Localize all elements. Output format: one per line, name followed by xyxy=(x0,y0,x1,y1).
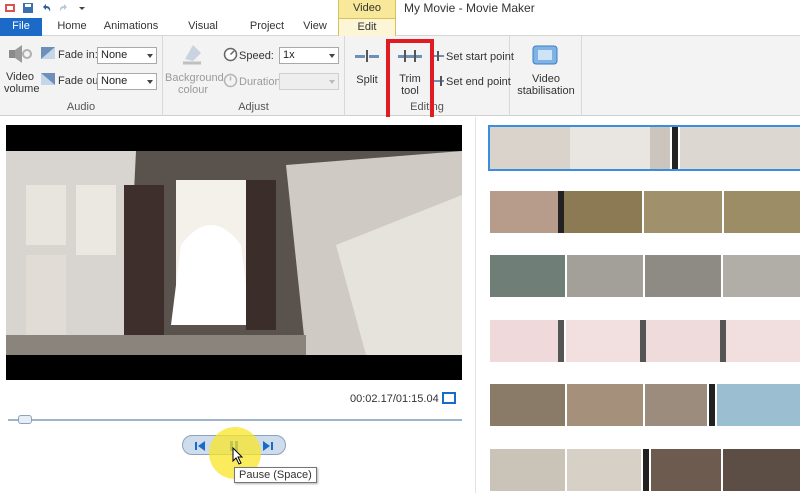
window-title: My Movie - Movie Maker xyxy=(404,1,535,15)
storyboard-clip[interactable] xyxy=(490,449,800,491)
tab-project[interactable]: Project xyxy=(246,18,288,36)
tab-edit[interactable]: Edit xyxy=(338,18,396,37)
chevron-down-icon xyxy=(329,54,335,58)
playback-indicator xyxy=(672,127,678,169)
speed-value: 1x xyxy=(283,49,295,61)
video-stabilisation-button[interactable]: Video stabilisation xyxy=(514,73,578,97)
film-edge xyxy=(643,449,649,491)
clip-thumbnail xyxy=(490,255,565,297)
clip-thumbnail xyxy=(724,191,800,233)
video-volume-button[interactable]: Video volume xyxy=(4,71,39,95)
audio-group: Video volume Fade in: None Fade out: Non… xyxy=(0,36,163,116)
pause-tooltip: Pause (Space) xyxy=(234,467,317,483)
fade-in-label: Fade in: xyxy=(58,49,98,61)
title-bar: Video Tools My Movie - Movie Maker xyxy=(0,0,800,30)
seek-bar[interactable] xyxy=(8,419,462,421)
set-end-point-button[interactable]: Set end point xyxy=(446,76,511,88)
seek-handle[interactable] xyxy=(18,415,32,424)
ribbon-tabs: File Home Animations Visual Effects Proj… xyxy=(0,18,800,49)
previous-frame-icon[interactable] xyxy=(193,439,207,453)
storyboard-clip[interactable] xyxy=(490,191,800,233)
quick-access-toolbar xyxy=(4,2,88,14)
speed-icon xyxy=(223,47,238,62)
split-button[interactable]: Split xyxy=(355,74,379,86)
tab-animations[interactable]: Animations xyxy=(100,18,162,36)
film-edge xyxy=(709,384,715,426)
clip-thumbnail xyxy=(645,384,707,426)
set-start-point-icon xyxy=(433,51,445,61)
clip-thumbnail xyxy=(564,191,642,233)
clip-thumbnail xyxy=(570,127,650,169)
tab-home[interactable]: Home xyxy=(52,18,92,36)
clip-thumbnail xyxy=(490,384,565,426)
video-volume-icon[interactable] xyxy=(6,42,34,66)
clip-thumbnail xyxy=(490,191,558,233)
redo-icon[interactable] xyxy=(58,2,70,14)
video-stabilisation-icon xyxy=(530,42,560,68)
fade-out-icon xyxy=(40,72,56,86)
clip-thumbnail xyxy=(490,449,565,491)
clip-thumbnail xyxy=(723,255,800,297)
clip-thumbnail xyxy=(490,320,558,362)
film-edge xyxy=(558,320,564,362)
save-icon[interactable] xyxy=(22,2,34,14)
stabilisation-group: Video stabilisation xyxy=(510,36,582,116)
storyboard-clip[interactable] xyxy=(488,125,800,171)
chevron-down-icon xyxy=(147,80,153,84)
clip-thumbnail xyxy=(717,384,800,426)
chevron-down-icon xyxy=(329,80,335,84)
storyboard-clip[interactable] xyxy=(490,255,800,297)
fade-in-icon xyxy=(40,46,56,60)
app-menu-icon[interactable] xyxy=(4,2,16,14)
undo-icon[interactable] xyxy=(40,2,52,14)
background-colour-icon xyxy=(178,40,206,68)
storyboard-pane xyxy=(475,117,800,493)
clip-thumbnail xyxy=(567,255,643,297)
clip-thumbnail xyxy=(646,320,720,362)
tab-file[interactable]: File xyxy=(0,18,42,36)
clip-thumbnail xyxy=(566,320,640,362)
video-frame-image xyxy=(6,125,462,380)
video-tools-context-label: Video Tools xyxy=(338,0,396,30)
clip-thumbnail xyxy=(680,127,800,169)
clip-thumbnail xyxy=(644,191,722,233)
adjust-group: Background colour Speed: 1x Duration: Ad… xyxy=(163,36,345,116)
duration-label: Duration: xyxy=(239,76,284,88)
clip-thumbnail xyxy=(651,449,721,491)
preview-pane: 00:02.17/01:15.04 Pause (Space) xyxy=(0,117,475,493)
tab-visual-effects[interactable]: Visual Effects xyxy=(170,18,236,49)
storyboard-clip[interactable] xyxy=(490,320,800,362)
clip-thumbnail xyxy=(567,449,641,491)
fade-out-select[interactable]: None xyxy=(97,73,157,90)
next-frame-icon[interactable] xyxy=(261,439,275,453)
storyboard-clip[interactable] xyxy=(490,384,800,426)
playback-time: 00:02.17/01:15.04 xyxy=(350,393,439,405)
set-start-point-button[interactable]: Set start point xyxy=(446,51,514,63)
clip-thumbnail xyxy=(650,127,670,169)
mouse-cursor-icon xyxy=(231,447,245,465)
duration-select[interactable] xyxy=(279,73,339,90)
duration-icon xyxy=(223,73,238,88)
speed-label: Speed: xyxy=(239,50,274,62)
fullscreen-icon[interactable] xyxy=(442,392,456,404)
speed-select[interactable]: 1x xyxy=(279,47,339,64)
fade-out-value: None xyxy=(101,75,128,87)
clip-thumbnail xyxy=(645,255,721,297)
tab-view[interactable]: View xyxy=(298,18,332,36)
chevron-down-icon xyxy=(147,54,153,58)
split-icon xyxy=(353,48,381,64)
clip-thumbnail xyxy=(726,320,800,362)
clip-thumbnail xyxy=(490,127,570,169)
video-preview[interactable] xyxy=(6,125,462,380)
fade-in-value: None xyxy=(101,49,128,61)
customize-toolbar-icon[interactable] xyxy=(76,2,88,14)
fade-in-select[interactable]: None xyxy=(97,47,157,64)
audio-group-label: Audio xyxy=(66,101,96,113)
set-end-point-icon xyxy=(433,76,445,86)
adjust-group-label: Adjust xyxy=(238,101,269,113)
background-colour-button[interactable]: Background colour xyxy=(165,72,224,96)
clip-thumbnail xyxy=(567,384,643,426)
clip-thumbnail xyxy=(723,449,800,491)
